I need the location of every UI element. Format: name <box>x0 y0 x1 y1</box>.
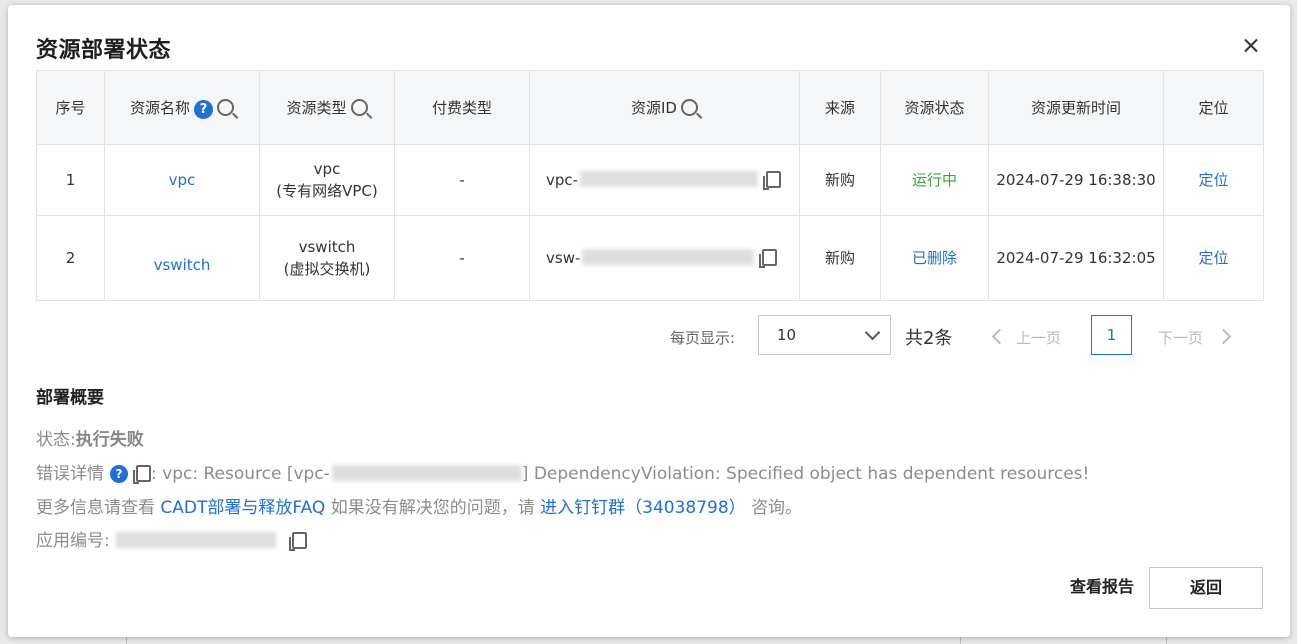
col-locate: 定位 <box>1163 70 1264 145</box>
table-row: 2 vswitch vswitch (虚拟交换机) - vsw- 新购 已删除 2… <box>36 215 1264 301</box>
copy-icon[interactable] <box>763 171 782 190</box>
status-running: 运行中 <box>880 144 989 216</box>
dingtalk-group-link[interactable]: 进入钉钉群（34038798） <box>540 498 746 518</box>
total-count: 共2条 <box>905 328 953 349</box>
cell-source: 新购 <box>799 144 881 216</box>
copy-icon[interactable] <box>133 465 151 484</box>
col-index: 序号 <box>36 70 105 145</box>
faq-link[interactable]: CADT部署与释放FAQ <box>160 498 325 518</box>
chevron-left-icon[interactable] <box>991 328 1008 345</box>
locate-link[interactable]: 定位 <box>1163 144 1264 216</box>
col-type: 资源类型 <box>259 70 395 145</box>
copy-icon[interactable] <box>759 249 778 268</box>
resource-name-link[interactable]: vpc <box>104 144 260 216</box>
close-icon[interactable] <box>1240 35 1262 57</box>
page-size-select[interactable]: 10 <box>758 315 891 355</box>
redacted-id <box>582 249 755 265</box>
deploy-status-dialog: 资源部署状态 序号 资源名称? 资源类型 付费类型 资源ID 来源 资源状态 资… <box>8 5 1290 637</box>
resource-table: 序号 资源名称? 资源类型 付费类型 资源ID 来源 资源状态 资源更新时间 定… <box>36 70 1264 301</box>
cell-type: vswitch (虚拟交换机) <box>259 215 395 301</box>
col-name: 资源名称? <box>104 70 260 145</box>
chevron-right-icon[interactable] <box>1215 328 1232 345</box>
next-page-button[interactable]: 下一页 <box>1158 327 1203 348</box>
help-icon[interactable]: ? <box>194 99 213 119</box>
cell-index: 1 <box>36 144 105 216</box>
copy-icon[interactable] <box>288 532 307 551</box>
cell-resource-id: vpc- <box>529 144 800 216</box>
prev-page-button[interactable]: 上一页 <box>1016 327 1061 348</box>
cell-pay: - <box>394 215 530 301</box>
table-row: 1 vpc vpc (专有网络VPC) - vpc- 新购 运行中 2024-07… <box>36 144 1264 216</box>
summary-heading: 部署概要 <box>36 388 104 408</box>
status-failed: 执行失败 <box>75 430 144 450</box>
page-number-1[interactable]: 1 <box>1091 315 1132 355</box>
cell-type: vpc (专有网络VPC) <box>259 144 395 216</box>
page-size-label: 每页显示: <box>670 329 736 347</box>
cell-index: 2 <box>36 215 105 301</box>
table-header-row: 序号 资源名称? 资源类型 付费类型 资源ID 来源 资源状态 资源更新时间 定… <box>36 70 1264 145</box>
redacted-app-id <box>115 532 276 548</box>
resource-name-link[interactable]: vswitch <box>104 215 260 301</box>
search-icon[interactable] <box>217 98 234 116</box>
view-report-button[interactable]: 查看报告 <box>1062 567 1142 609</box>
col-source: 来源 <box>799 70 881 145</box>
summary-more-info: 更多信息请查看 CADT部署与释放FAQ 如果没有解决您的问题，请 进入钉钉群（… <box>36 498 803 518</box>
col-id: 资源ID <box>529 70 800 145</box>
summary-app-id: 应用编号: <box>36 526 307 551</box>
help-icon[interactable]: ? <box>110 465 128 483</box>
search-icon[interactable] <box>350 99 368 116</box>
cell-pay: - <box>394 144 530 216</box>
locate-link[interactable]: 定位 <box>1163 215 1264 301</box>
cell-updated: 2024-07-29 16:32:05 <box>988 215 1164 301</box>
col-updated: 资源更新时间 <box>988 70 1164 145</box>
cell-source: 新购 <box>799 215 881 301</box>
summary-error: 错误详情?: vpc: Resource [vpc-] DependencyVi… <box>36 464 1090 484</box>
col-pay: 付费类型 <box>394 70 530 145</box>
chevron-down-icon <box>864 324 881 341</box>
back-button[interactable]: 返回 <box>1149 567 1263 609</box>
cell-updated: 2024-07-29 16:38:30 <box>988 144 1164 216</box>
dialog-title: 资源部署状态 <box>36 38 172 63</box>
status-deleted: 已删除 <box>880 215 989 301</box>
summary-status: 状态:执行失败 <box>36 430 144 450</box>
cell-resource-id: vsw- <box>529 215 800 301</box>
col-status: 资源状态 <box>880 70 989 145</box>
search-icon[interactable] <box>680 99 698 116</box>
redacted-id <box>580 171 759 187</box>
redacted-id <box>331 465 522 481</box>
